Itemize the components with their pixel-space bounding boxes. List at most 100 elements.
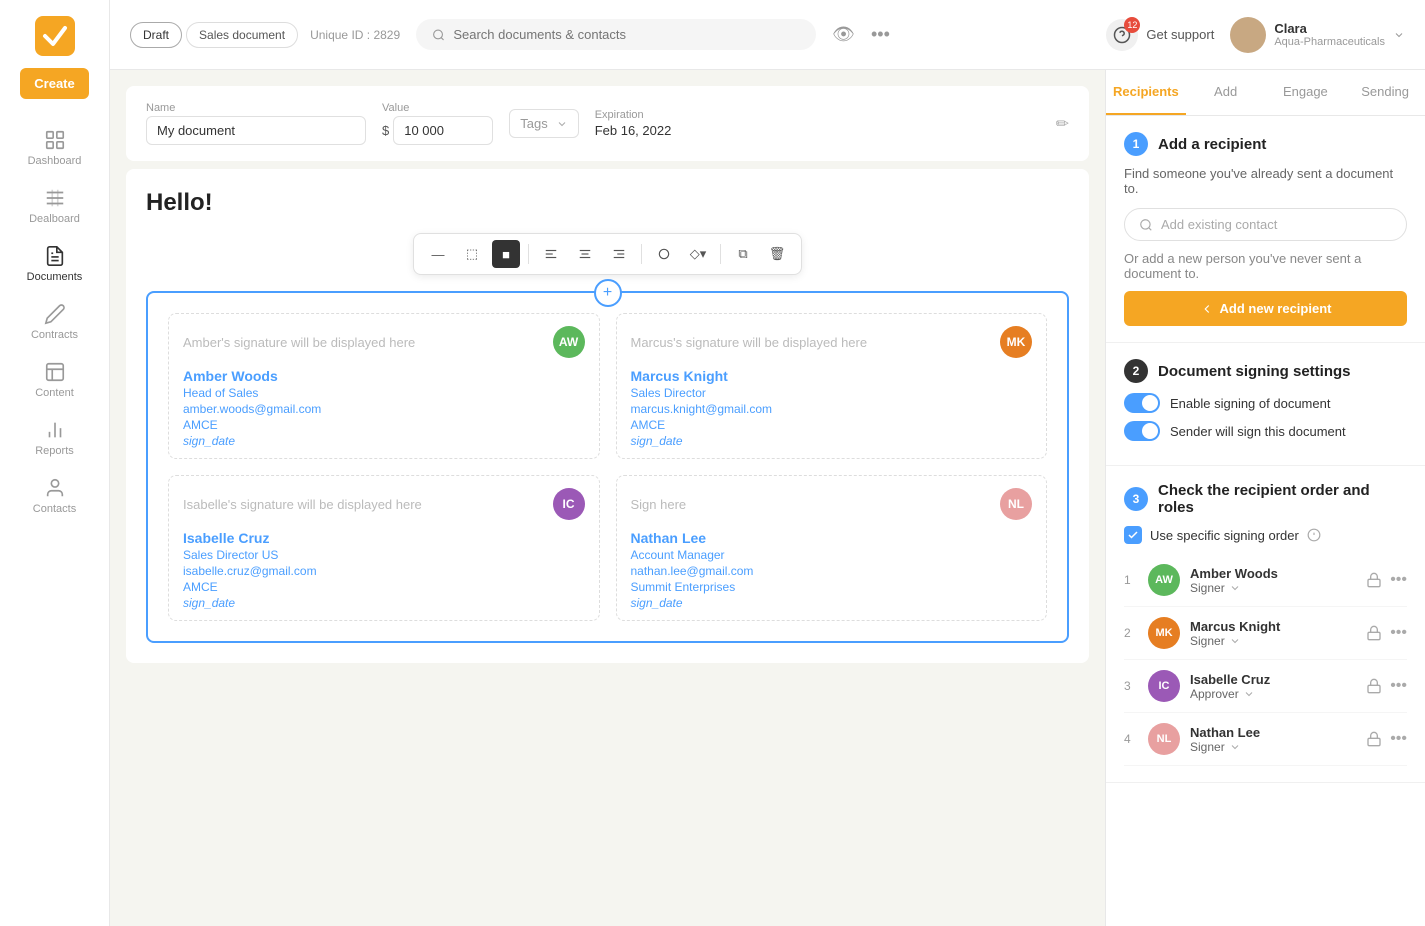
sig-date: sign_date — [631, 434, 1033, 448]
sidebar-item-label: Documents — [27, 271, 83, 283]
recip-order: 4 — [1124, 732, 1138, 746]
contact-search[interactable]: Add existing contact — [1124, 208, 1407, 241]
edit-icon[interactable]: ✏ — [1056, 114, 1069, 134]
tab-sending[interactable]: Sending — [1345, 70, 1425, 115]
toolbar-align-right-btn[interactable] — [605, 240, 633, 268]
sender-sign-toggle[interactable] — [1124, 421, 1160, 441]
toolbar-color-btn[interactable] — [650, 240, 678, 268]
toolbar-line-btn[interactable]: — — [424, 240, 452, 268]
toolbar-align-center-btn[interactable] — [571, 240, 599, 268]
right-panel: Recipients Add Engage Sending 1 Add a re… — [1105, 70, 1425, 926]
expiration-value: Feb 16, 2022 — [595, 123, 672, 138]
chevron-down-icon — [1229, 635, 1241, 647]
logo[interactable] — [35, 16, 75, 56]
recip-role[interactable]: Signer — [1190, 581, 1356, 595]
value-input[interactable] — [393, 116, 493, 145]
recip-info: Marcus Knight Signer — [1190, 619, 1356, 648]
sidebar-item-content[interactable]: Content — [0, 351, 109, 409]
sidebar: Create Dashboard Dealboard Documents Con… — [0, 0, 110, 926]
search-input[interactable] — [453, 27, 800, 42]
recipient-item: 2 MK Marcus Knight Signer ••• — [1124, 607, 1407, 660]
sig-company: AMCE — [183, 418, 585, 432]
toolbar-style-btn[interactable]: ◇▾ — [684, 240, 712, 268]
preview-icon[interactable]: 👁 — [832, 24, 855, 45]
lock-icon — [1366, 625, 1382, 641]
tab-recipients[interactable]: Recipients — [1106, 70, 1186, 115]
sig-name: AmberWoods — [183, 368, 585, 384]
recip-role[interactable]: Signer — [1190, 740, 1356, 754]
section2-header: 2 Document signing settings — [1124, 359, 1407, 383]
doc-tabs: Draft Sales document Unique ID : 2829 — [130, 22, 400, 48]
signature-card: Marcus's signature will be displayed her… — [616, 313, 1048, 459]
sidebar-item-dashboard[interactable]: Dashboard — [0, 119, 109, 177]
recip-avatar: AW — [1148, 564, 1180, 596]
sig-company: Summit Enterprises — [631, 580, 1033, 594]
recip-more-icon[interactable]: ••• — [1390, 677, 1407, 695]
toolbar-divider-1 — [528, 244, 529, 264]
recip-avatar: MK — [1148, 617, 1180, 649]
sig-avatar: AW — [553, 326, 585, 358]
chevron-down-icon — [1393, 29, 1405, 41]
section3-num: 3 — [1124, 487, 1148, 511]
sig-avatar: MK — [1000, 326, 1032, 358]
profile-info: Clara Aqua-Pharmaceuticals — [1274, 21, 1385, 48]
signing-order-label: Use specific signing order — [1150, 528, 1299, 543]
tab-sales[interactable]: Sales document — [186, 22, 298, 48]
sig-role: Head of Sales — [183, 386, 585, 400]
recip-order: 2 — [1124, 626, 1138, 640]
document-title: Hello! — [146, 189, 1069, 217]
toolbar-duplicate-btn[interactable]: ⧉ — [729, 240, 757, 268]
recip-more-icon[interactable]: ••• — [1390, 571, 1407, 589]
recip-icons: ••• — [1366, 730, 1407, 748]
sig-name: NathanLee — [631, 530, 1033, 546]
section1-num: 1 — [1124, 132, 1148, 156]
recip-more-icon[interactable]: ••• — [1390, 624, 1407, 642]
recip-avatar: IC — [1148, 670, 1180, 702]
enable-signing-toggle[interactable] — [1124, 393, 1160, 413]
sidebar-item-contracts[interactable]: Contracts — [0, 293, 109, 351]
tab-engage[interactable]: Engage — [1266, 70, 1346, 115]
profile-area[interactable]: Clara Aqua-Pharmaceuticals — [1230, 17, 1405, 53]
topbar-right: 12 Get support Clara Aqua-Pharmaceutical… — [1106, 17, 1405, 53]
sidebar-item-dealboard[interactable]: Dealboard — [0, 177, 109, 235]
recip-name: Nathan Lee — [1190, 725, 1356, 740]
tags-field[interactable]: Tags — [509, 109, 578, 138]
value-prefix: $ — [382, 123, 389, 138]
notification-badge: 12 — [1124, 17, 1140, 33]
more-options-icon[interactable]: ••• — [871, 24, 890, 45]
tab-add[interactable]: Add — [1186, 70, 1266, 115]
sidebar-item-documents[interactable]: Documents — [0, 235, 109, 293]
recip-info: Nathan Lee Signer — [1190, 725, 1356, 754]
recip-icons: ••• — [1366, 677, 1407, 695]
toolbar-align-left-btn[interactable] — [537, 240, 565, 268]
doc-unique-id: Unique ID : 2829 — [310, 28, 400, 42]
tab-draft[interactable]: Draft — [130, 22, 182, 48]
sidebar-item-contacts[interactable]: Contacts — [0, 467, 109, 525]
recip-role[interactable]: Signer — [1190, 634, 1356, 648]
signature-toolbar: — ⬚ ■ — [413, 233, 802, 275]
section1-subtitle: Find someone you've already sent a docum… — [1124, 166, 1407, 196]
sidebar-item-label: Dashboard — [28, 155, 82, 167]
sig-date: sign_date — [631, 596, 1033, 610]
toolbar-block-btn[interactable]: ■ — [492, 240, 520, 268]
or-text: Or add a new person you've never sent a … — [1124, 251, 1407, 281]
recip-more-icon[interactable]: ••• — [1390, 730, 1407, 748]
sig-date: sign_date — [183, 434, 585, 448]
recip-avatar: NL — [1148, 723, 1180, 755]
document-fields: Name Value $ Tags Expiration Feb 16, — [126, 86, 1089, 161]
support-area[interactable]: 12 Get support — [1106, 19, 1214, 51]
expiration-field-group: Expiration Feb 16, 2022 — [595, 109, 672, 138]
toolbar-select-btn[interactable]: ⬚ — [458, 240, 486, 268]
add-new-recipient-button[interactable]: Add new recipient — [1124, 291, 1407, 326]
section2-num: 2 — [1124, 359, 1148, 383]
name-input[interactable] — [146, 116, 366, 145]
signing-order-checkbox[interactable] — [1124, 526, 1142, 544]
toolbar-delete-btn[interactable]: 🗑 — [763, 240, 791, 268]
sidebar-item-reports[interactable]: Reports — [0, 409, 109, 467]
tags-placeholder: Tags — [520, 116, 547, 131]
add-signature-block-btn[interactable]: + — [594, 279, 622, 307]
search-bar[interactable] — [416, 19, 816, 50]
create-button[interactable]: Create — [20, 68, 88, 99]
recip-role[interactable]: Approver — [1190, 687, 1356, 701]
document-body: Hello! — ⬚ ■ — [126, 169, 1089, 663]
